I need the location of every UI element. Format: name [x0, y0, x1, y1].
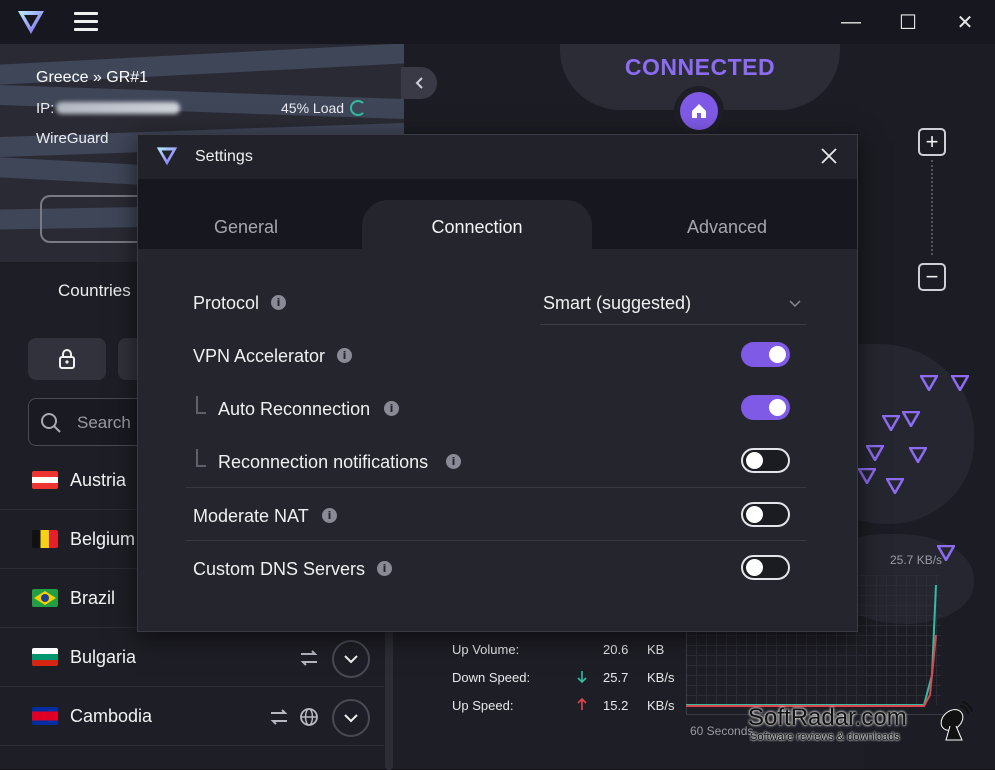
- secure-core-filter-button[interactable]: [28, 338, 106, 380]
- collapse-sidebar-button[interactable]: [401, 67, 437, 99]
- watermark-subtitle: Software reviews & downloads: [750, 731, 900, 743]
- country-name: Cambodia: [70, 706, 153, 726]
- zoom-slider[interactable]: [931, 160, 933, 255]
- server-pin-icon[interactable]: [909, 447, 927, 463]
- server-pin-icon[interactable]: [866, 445, 884, 461]
- zoom-in-button[interactable]: +: [918, 128, 946, 156]
- moderate-nat-label: Moderate NAT: [193, 506, 309, 526]
- protocol-value: Smart (suggested): [543, 293, 692, 313]
- auto-reconnection-label: Auto Reconnection: [218, 399, 371, 419]
- up-speed-value: 15.2: [603, 698, 629, 713]
- app-logo-icon: [18, 11, 44, 34]
- country-name: Bulgaria: [70, 647, 137, 667]
- ip-label: IP:: [36, 100, 55, 117]
- globe-icon: [300, 708, 318, 726]
- search-placeholder: Search: [77, 413, 131, 432]
- p2p-icon: [270, 709, 288, 725]
- info-icon[interactable]: i: [322, 508, 337, 523]
- tab-advanced[interactable]: Advanced: [667, 217, 787, 238]
- home-icon: [692, 104, 706, 118]
- country-row-cambodia[interactable]: Cambodia: [0, 688, 384, 746]
- protocol-name: WireGuard: [36, 130, 109, 147]
- expand-button[interactable]: [332, 699, 370, 737]
- up-volume-unit: KB: [647, 642, 665, 657]
- info-icon[interactable]: i: [377, 561, 392, 576]
- connection-status: CONNECTED: [624, 54, 776, 80]
- watermark-title: SoftRadar.com: [748, 704, 907, 731]
- lock-icon: [59, 349, 75, 369]
- divider: [186, 487, 806, 488]
- up-speed-label: Up Speed:: [452, 698, 514, 713]
- auto-reconnection-toggle[interactable]: [741, 395, 790, 420]
- divider: [186, 540, 806, 541]
- close-window-button[interactable]: ✕: [952, 10, 978, 34]
- search-icon: [41, 413, 61, 433]
- reconnection-notifications-toggle[interactable]: [741, 448, 790, 473]
- custom-dns-label: Custom DNS Servers: [193, 559, 366, 579]
- ip-address-redacted: [56, 102, 180, 114]
- chevron-left-icon: [415, 77, 423, 89]
- server-pin-icon[interactable]: [920, 375, 938, 391]
- belgium-flag-icon: [32, 530, 58, 548]
- settings-title: Settings: [195, 148, 253, 165]
- sub-setting-marker: [196, 449, 206, 467]
- minimize-button[interactable]: —: [838, 10, 864, 34]
- country-name: Austria: [70, 470, 127, 490]
- moderate-nat-toggle[interactable]: [741, 502, 790, 527]
- graph-window-label: 60 Seconds: [690, 724, 754, 738]
- expand-button[interactable]: [332, 640, 370, 678]
- chevron-down-icon: [344, 714, 358, 723]
- arrow-up-icon: [577, 697, 587, 710]
- protocol-label: Protocol: [193, 293, 260, 313]
- server-name: Greece » GR#1: [36, 69, 149, 86]
- bulgaria-flag-icon: [32, 648, 58, 666]
- sub-setting-marker: [196, 396, 206, 414]
- country-row-bulgaria[interactable]: Bulgaria: [0, 629, 384, 687]
- info-icon[interactable]: i: [337, 348, 352, 363]
- custom-dns-toggle[interactable]: [741, 555, 790, 580]
- tab-countries[interactable]: Countries: [58, 281, 131, 301]
- chevron-down-icon: [789, 300, 801, 308]
- home-button[interactable]: [680, 92, 718, 130]
- server-pin-icon[interactable]: [882, 415, 900, 431]
- server-load: 45% Load: [281, 100, 345, 116]
- info-icon[interactable]: i: [446, 454, 461, 469]
- filter-button[interactable]: [118, 338, 138, 380]
- server-pin-icon[interactable]: [902, 411, 920, 427]
- down-speed-label: Down Speed:: [452, 670, 531, 685]
- brazil-flag-icon: [32, 589, 58, 607]
- cambodia-flag-icon: [32, 707, 58, 725]
- app-logo-icon: [156, 147, 178, 166]
- tab-general[interactable]: General: [186, 217, 306, 238]
- server-pin-icon[interactable]: [886, 478, 904, 494]
- country-name: Belgium: [70, 529, 136, 549]
- server-pin-icon[interactable]: [858, 468, 876, 484]
- chevron-down-icon: [344, 655, 358, 664]
- p2p-icon: [300, 650, 318, 666]
- up-volume-value: 20.6: [603, 642, 629, 657]
- arrow-down-icon: [577, 671, 587, 684]
- vpn-accelerator-toggle[interactable]: [741, 342, 790, 367]
- load-indicator-icon: [350, 100, 366, 116]
- zoom-out-button[interactable]: −: [918, 263, 946, 291]
- vpn-accelerator-label: VPN Accelerator: [193, 346, 326, 366]
- info-icon[interactable]: i: [384, 401, 399, 416]
- up-speed-unit: KB/s: [647, 698, 675, 713]
- country-name: Brazil: [70, 588, 116, 608]
- down-speed-unit: KB/s: [647, 670, 675, 685]
- close-icon[interactable]: [818, 145, 840, 167]
- tab-connection[interactable]: Connection: [407, 217, 547, 238]
- menu-icon[interactable]: [74, 12, 98, 32]
- up-volume-label: Up Volume:: [452, 642, 520, 657]
- austria-flag-icon: [32, 471, 58, 489]
- satellite-dish-icon: [940, 701, 973, 741]
- maximize-button[interactable]: ☐: [895, 10, 921, 34]
- info-icon[interactable]: i: [271, 295, 286, 310]
- server-pin-icon[interactable]: [951, 375, 969, 391]
- down-speed-value: 25.7: [603, 670, 629, 685]
- reconnection-notifications-label: Reconnection notifications: [218, 452, 429, 472]
- graph-max-label: 25.7 KB/s: [890, 553, 943, 567]
